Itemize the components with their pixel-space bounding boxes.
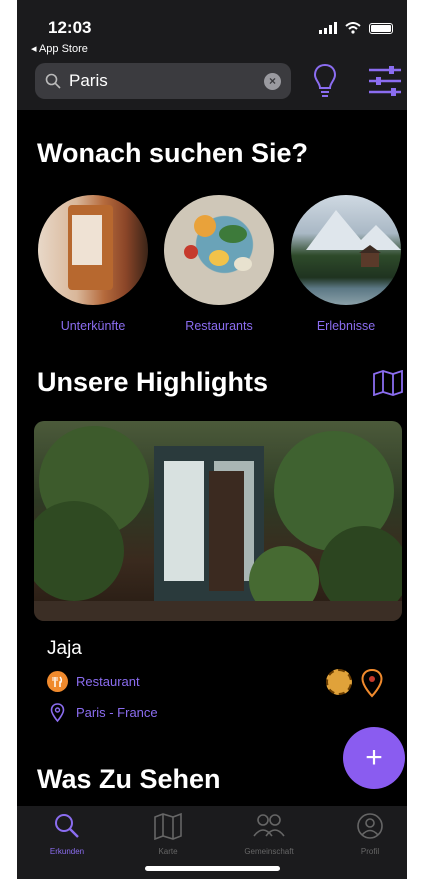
category-label: Erlebnisse — [316, 319, 376, 333]
tab-community[interactable]: Gemeinschaft — [229, 812, 309, 856]
map-icon[interactable] — [372, 370, 404, 396]
lightbulb-icon[interactable] — [313, 62, 337, 100]
category-restaurants[interactable]: Restaurants — [164, 195, 274, 333]
map-icon — [154, 812, 182, 841]
section-title-highlights: Unsere Highlights — [37, 367, 269, 397]
app-screen: 12:03 ◂ App Store Paris × Wonach suchen … — [17, 0, 407, 879]
restaurant-icon — [47, 671, 68, 692]
category-label: Unterkünfte — [60, 319, 126, 333]
tab-label: Karte — [158, 847, 178, 856]
tab-label: Erkunden — [49, 847, 85, 856]
highlight-image[interactable] — [34, 421, 402, 621]
highlight-type-label: Restaurant — [76, 674, 140, 689]
filter-sliders-icon[interactable] — [367, 64, 403, 98]
accommodations-image — [38, 195, 148, 305]
wifi-icon — [345, 22, 361, 34]
status-time: 12:03 — [48, 18, 92, 37]
search-bar[interactable]: Paris × — [35, 63, 291, 99]
profile-icon — [357, 813, 383, 839]
status-icons — [319, 22, 393, 34]
location-marker-badge-icon — [361, 668, 383, 698]
signal-icon — [319, 22, 337, 34]
tab-label: Profil — [360, 847, 380, 856]
section-title-sights: Was Zu Sehen — [37, 764, 221, 794]
community-icon — [253, 814, 285, 837]
experiences-image — [291, 195, 401, 305]
clear-search-icon[interactable]: × — [264, 72, 281, 90]
battery-icon — [369, 22, 393, 34]
section-title-search: Wonach suchen Sie? — [37, 138, 309, 168]
tab-explore[interactable]: Erkunden — [27, 812, 107, 856]
search-icon — [45, 73, 61, 89]
tab-map[interactable]: Karte — [128, 812, 208, 856]
restaurants-image — [164, 195, 274, 305]
highlight-type: Restaurant — [47, 671, 140, 692]
top-bar: 12:03 ◂ App Store Paris × — [17, 0, 407, 110]
highlight-title[interactable]: Jaja — [47, 638, 82, 660]
highlight-location: Paris - France — [47, 702, 158, 723]
search-input[interactable]: Paris — [69, 71, 264, 91]
highlight-location-label: Paris - France — [76, 705, 158, 720]
back-to-app-store-link[interactable]: ◂ App Store — [31, 42, 88, 55]
category-experiences[interactable]: Erlebnisse — [291, 195, 401, 333]
home-indicator[interactable] — [145, 866, 280, 871]
tab-profile[interactable]: Profil — [330, 812, 407, 856]
location-pin-icon — [50, 703, 65, 723]
add-button[interactable]: + — [343, 727, 405, 789]
category-label: Restaurants — [185, 319, 253, 333]
tab-label: Gemeinschaft — [244, 847, 294, 856]
verified-badge-icon — [326, 669, 352, 695]
search-icon — [55, 814, 79, 838]
category-accommodations[interactable]: Unterkünfte — [38, 195, 148, 333]
